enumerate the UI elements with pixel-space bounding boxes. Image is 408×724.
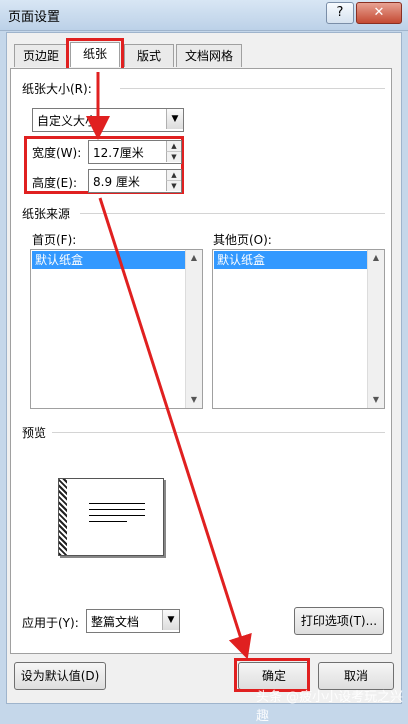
watermark-text: 头条 @疲小小设考玩之兴趣 — [256, 690, 404, 724]
annotation-arrows — [86, 72, 252, 660]
arrow-to-ok — [98, 197, 252, 660]
